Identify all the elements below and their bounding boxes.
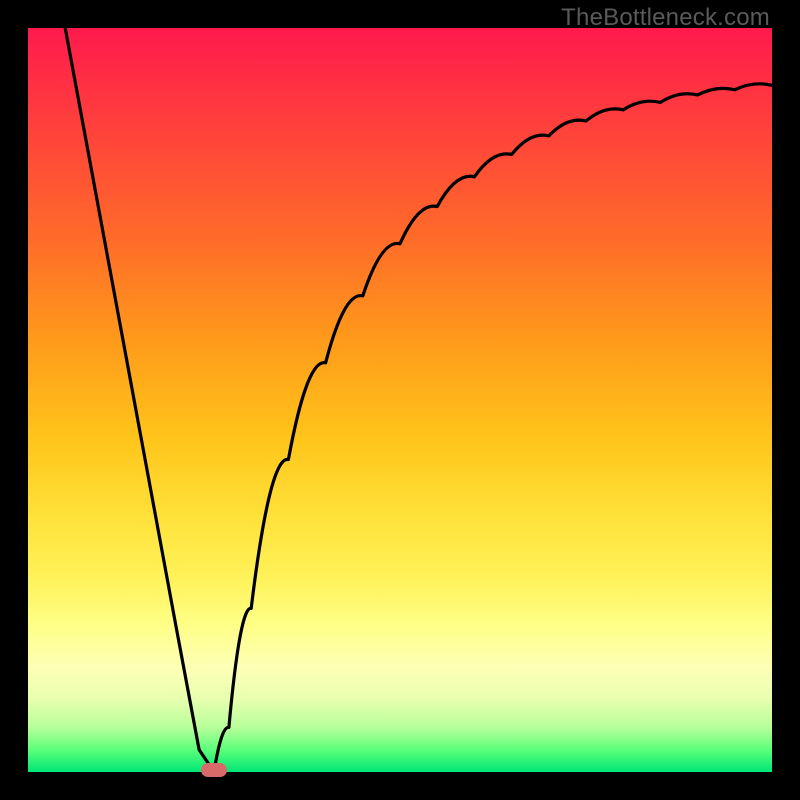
curve-layer	[28, 28, 772, 772]
plot-area	[28, 28, 772, 772]
chart-frame: TheBottleneck.com	[0, 0, 800, 800]
bottleneck-curve	[65, 28, 772, 772]
optimal-point-marker	[201, 763, 227, 777]
